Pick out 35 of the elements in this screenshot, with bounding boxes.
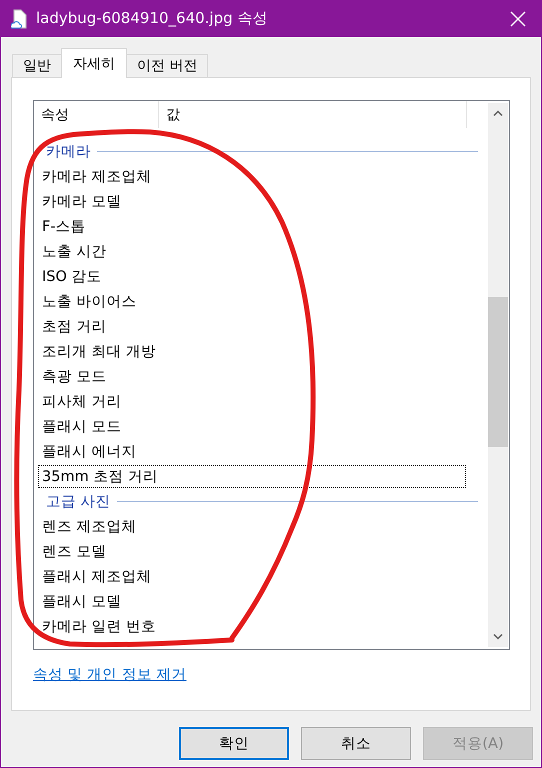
- remove-properties-link[interactable]: 속성 및 개인 정보 제거: [33, 665, 186, 684]
- property-row[interactable]: 노출 바이어스: [34, 289, 467, 314]
- property-row[interactable]: 피사체 거리: [34, 389, 467, 414]
- tab[interactable]: 자세히: [61, 48, 127, 78]
- column-header[interactable]: 속성: [34, 101, 159, 128]
- property-row[interactable]: F-스톱: [34, 214, 467, 239]
- tab[interactable]: 일반: [12, 54, 62, 77]
- property-row[interactable]: 카메라 모델: [34, 189, 467, 214]
- property-row[interactable]: 조리개 최대 개방: [34, 339, 467, 364]
- close-icon: [510, 10, 526, 26]
- window-title: ladybug-6084910_640.jpg 속성: [36, 9, 268, 28]
- property-row[interactable]: 렌즈 모델: [34, 539, 467, 564]
- group-header: 고급 사진: [46, 493, 111, 511]
- property-row[interactable]: 플래시 모델: [34, 589, 467, 614]
- group-header: 카메라: [46, 143, 91, 161]
- property-row[interactable]: 렌즈 제조업체: [34, 514, 467, 539]
- chevron-down-icon: [493, 634, 503, 640]
- property-row[interactable]: 플래시 제조업체: [34, 564, 467, 589]
- property-row[interactable]: 플래시 모드: [34, 414, 467, 439]
- scroll-thumb[interactable]: [488, 297, 508, 447]
- property-row[interactable]: 초점 거리: [34, 314, 467, 339]
- file-icon: [11, 8, 27, 28]
- property-row[interactable]: 카메라 제조업체: [34, 164, 467, 189]
- column-header[interactable]: 값: [159, 101, 467, 128]
- property-row[interactable]: 카메라 일련 번호: [34, 614, 467, 639]
- scrollbar[interactable]: [488, 103, 508, 647]
- property-row[interactable]: 35mm 초점 거리: [37, 464, 467, 489]
- property-row[interactable]: ISO 감도: [34, 264, 467, 289]
- property-row[interactable]: 측광 모드: [34, 364, 467, 389]
- tab[interactable]: 이전 버전: [126, 54, 208, 77]
- dialog-button[interactable]: 확인: [179, 727, 289, 760]
- chevron-up-icon: [493, 110, 503, 116]
- dialog-button[interactable]: 취소: [301, 727, 411, 760]
- property-row[interactable]: 플래시 에너지: [34, 439, 467, 464]
- property-row[interactable]: 노출 시간: [34, 239, 467, 264]
